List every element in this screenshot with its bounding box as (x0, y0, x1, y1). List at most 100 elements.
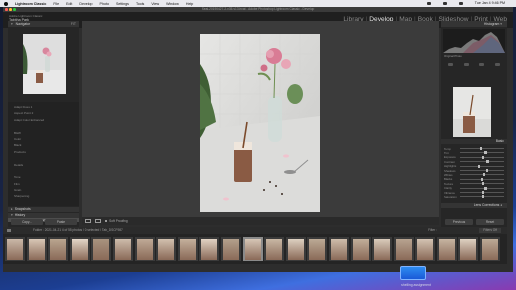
crop-tool-icon[interactable] (448, 62, 454, 66)
slider-track[interactable] (460, 186, 504, 190)
thumbnail-image (222, 238, 239, 260)
filmstrip-thumbnail[interactable] (242, 237, 263, 261)
filmstrip-thumbnail[interactable] (5, 237, 25, 261)
slider-track[interactable] (460, 160, 504, 164)
slider-track[interactable] (460, 151, 504, 155)
preset-item[interactable]: Sharpening (14, 193, 79, 199)
menu-settings[interactable]: Settings (116, 2, 129, 6)
zoom-window-button[interactable] (13, 8, 16, 11)
filmstrip-thumbnail[interactable] (372, 237, 393, 261)
filmstrip-thumbnail[interactable] (156, 237, 177, 261)
filmstrip-thumbnail[interactable] (458, 237, 479, 261)
wifi-icon[interactable] (426, 1, 431, 5)
slider-knob[interactable] (477, 164, 480, 168)
filmstrip-thumbnail[interactable] (393, 237, 414, 261)
navigator-header[interactable]: ▾ Navigator FIT (8, 21, 79, 27)
slider-track[interactable] (460, 177, 504, 181)
menu-app-name[interactable]: Lightroom Classic (15, 2, 46, 6)
slider-knob[interactable] (480, 177, 484, 181)
filmstrip-thumbnail[interactable] (264, 237, 285, 261)
original-photo-label: Original Photo (444, 54, 462, 58)
history-header[interactable]: ▾ History (8, 213, 79, 218)
previous-button[interactable]: Previous (445, 219, 473, 225)
menu-window[interactable]: Window (166, 2, 179, 6)
menu-tools[interactable]: Tools (136, 2, 144, 6)
filmstrip-thumbnail[interactable] (220, 237, 241, 261)
mask-preview[interactable] (453, 87, 491, 137)
histogram-graphic (443, 32, 505, 53)
filmstrip-thumbnail[interactable] (199, 237, 220, 261)
slider-knob[interactable] (482, 173, 486, 177)
slider-knob[interactable] (482, 191, 485, 194)
reset-button[interactable]: Reset (476, 219, 504, 225)
slider-track[interactable] (460, 147, 504, 150)
copy-button[interactable]: Copy... (11, 219, 43, 225)
slider-knob[interactable] (485, 169, 488, 172)
minimize-window-button[interactable] (9, 8, 12, 11)
masking-icon[interactable] (494, 62, 500, 66)
slider-track[interactable] (460, 169, 504, 172)
menubar-clock[interactable]: Tue Jan 4 9:46 PM (475, 1, 505, 5)
filmstrip-thumbnail[interactable] (307, 237, 328, 261)
filmstrip-thumbnail[interactable] (69, 237, 90, 261)
slider-knob[interactable] (482, 155, 485, 159)
filmstrip-thumbnail[interactable] (134, 237, 155, 261)
main-photo[interactable] (200, 34, 320, 212)
macos-menubar: Lightroom Classic File Edit Develop Phot… (0, 0, 516, 7)
folder-icon[interactable] (400, 266, 426, 280)
slider-track[interactable] (460, 164, 504, 168)
slider-track[interactable] (460, 195, 504, 199)
navigator-zoom[interactable]: FIT (71, 21, 76, 27)
menu-file[interactable]: File (53, 2, 59, 6)
slider-knob[interactable] (484, 186, 487, 190)
filmstrip-thumbnail[interactable] (436, 237, 457, 261)
battery-icon[interactable] (442, 1, 447, 5)
snapshots-header[interactable]: ▸ Snapshots (8, 207, 79, 212)
menu-photo[interactable]: Photo (100, 2, 109, 6)
slider-track[interactable] (460, 173, 504, 177)
histogram-header[interactable]: Histogram ▾ (441, 21, 507, 27)
grid-view-icon[interactable] (7, 229, 11, 232)
lens-corrections-label: Lens Corrections (473, 203, 500, 207)
slider-knob[interactable] (482, 195, 485, 199)
filmstrip-thumbnail[interactable] (26, 237, 47, 261)
filmstrip-thumbnail[interactable] (328, 237, 349, 261)
red-eye-icon[interactable] (479, 62, 485, 66)
loupe-view[interactable] (82, 21, 439, 217)
filmstrip-thumbnail[interactable] (48, 237, 69, 261)
slider-track[interactable] (460, 191, 504, 194)
menu-help[interactable]: Help (186, 2, 193, 6)
soft-proofing-checkbox[interactable] (104, 219, 108, 223)
menu-develop[interactable]: Develop (79, 2, 92, 6)
menu-edit[interactable]: Edit (66, 2, 72, 6)
desktop-folder-label[interactable]: shelling assignment (396, 283, 436, 287)
basic-header[interactable]: Basic (441, 139, 507, 144)
filmstrip-thumbnail[interactable] (415, 237, 436, 261)
histogram-chart[interactable] (443, 29, 505, 53)
slider-knob[interactable] (479, 147, 483, 150)
slider-knob[interactable] (482, 182, 485, 186)
lens-corrections-header[interactable]: Lens Corrections ◂ (441, 203, 507, 208)
slider-knob[interactable] (484, 151, 487, 155)
spotlight-icon[interactable] (458, 1, 463, 5)
close-window-button[interactable] (5, 8, 8, 11)
apple-icon[interactable] (4, 1, 8, 6)
spot-removal-icon[interactable] (463, 62, 469, 66)
thumbnail-image (28, 238, 45, 260)
slider-track[interactable] (460, 182, 504, 186)
menu-view[interactable]: View (151, 2, 159, 6)
view-mode-icon[interactable] (85, 219, 91, 224)
filmstrip-thumbnail[interactable] (112, 237, 133, 261)
navigator-preview[interactable] (23, 34, 66, 94)
filmstrip-thumbnail[interactable] (350, 237, 371, 261)
filmstrip-thumbnail[interactable] (91, 237, 112, 261)
filmstrip-thumbnail[interactable] (177, 237, 198, 261)
slider-knob[interactable] (486, 160, 489, 164)
paste-button[interactable]: Paste (45, 219, 77, 225)
before-after-icon[interactable] (94, 219, 101, 224)
thumbnail-image (158, 238, 175, 260)
filter-dropdown[interactable]: Filters Off (479, 228, 501, 233)
slider-track[interactable] (460, 155, 504, 159)
filmstrip-thumbnail[interactable] (285, 237, 306, 261)
filmstrip-thumbnail[interactable] (480, 237, 501, 261)
